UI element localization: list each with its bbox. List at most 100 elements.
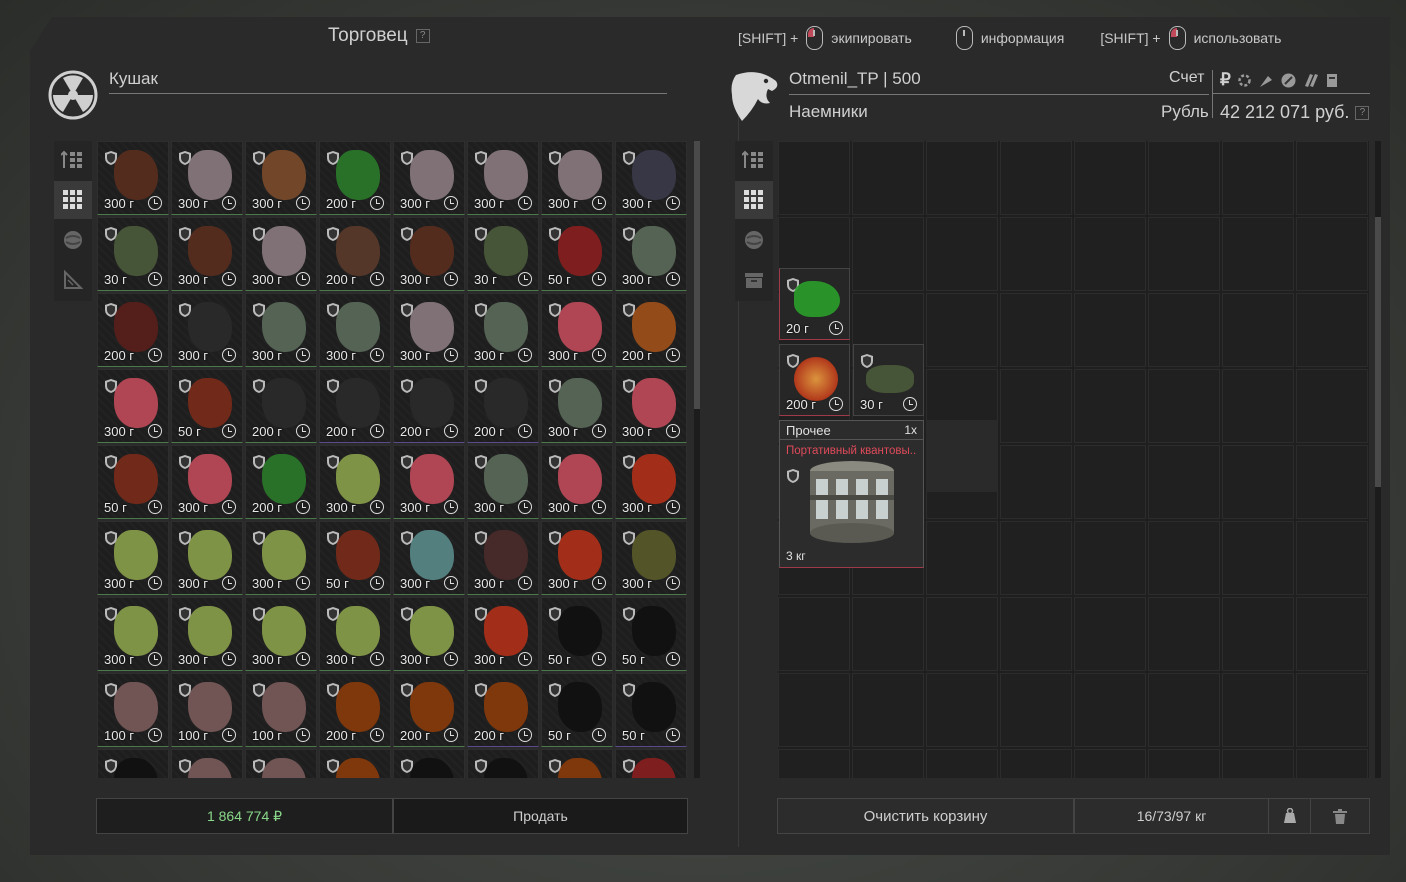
empty-slot[interactable]: [1148, 141, 1220, 215]
empty-slot[interactable]: [926, 749, 998, 778]
trader-item[interactable]: 100 г: [171, 673, 243, 747]
empty-slot[interactable]: [1296, 217, 1368, 291]
gear-currency-icon[interactable]: [1236, 72, 1253, 89]
empty-slot[interactable]: [1296, 597, 1368, 671]
empty-slot[interactable]: [1000, 217, 1072, 291]
empty-slot[interactable]: [1148, 749, 1220, 778]
trader-item[interactable]: 50 г: [615, 673, 687, 747]
trader-item[interactable]: 50 г: [171, 369, 243, 443]
sort-button[interactable]: [54, 141, 92, 179]
empty-slot[interactable]: [852, 217, 924, 291]
empty-slot[interactable]: [926, 141, 998, 215]
ruble-icon[interactable]: ₽: [1220, 70, 1231, 90]
empty-slot[interactable]: [1074, 141, 1146, 215]
cart-item[interactable]: 30 г: [853, 344, 924, 416]
empty-slot[interactable]: [1296, 293, 1368, 367]
trader-item[interactable]: 300 г: [245, 217, 317, 291]
compass-currency-icon[interactable]: [1280, 72, 1297, 89]
empty-slot[interactable]: [1148, 521, 1220, 595]
trader-item[interactable]: 300 г: [541, 293, 613, 367]
empty-slot[interactable]: [1000, 673, 1072, 747]
trader-item[interactable]: [319, 749, 391, 778]
trader-item[interactable]: 50 г: [319, 521, 391, 595]
trader-item[interactable]: 200 г: [393, 673, 465, 747]
empty-slot[interactable]: [778, 673, 850, 747]
trash-button[interactable]: [1310, 798, 1370, 834]
cart-item[interactable]: 20 г: [779, 268, 850, 340]
trader-item[interactable]: 30 г: [467, 217, 539, 291]
empty-slot[interactable]: [1148, 597, 1220, 671]
tool-currency-icon[interactable]: [1258, 72, 1275, 89]
empty-slot[interactable]: [852, 141, 924, 215]
ticket-currency-icon[interactable]: [1324, 72, 1341, 89]
trader-item[interactable]: 300 г: [97, 369, 169, 443]
trader-item[interactable]: 100 г: [245, 673, 317, 747]
trader-item[interactable]: 200 г: [97, 293, 169, 367]
help-icon[interactable]: ?: [415, 29, 430, 43]
empty-slot[interactable]: [1296, 673, 1368, 747]
empty-slot[interactable]: [1296, 141, 1368, 215]
trader-item[interactable]: 300 г: [393, 141, 465, 215]
empty-slot[interactable]: [926, 217, 998, 291]
trader-item[interactable]: 200 г: [615, 293, 687, 367]
trader-item[interactable]: 300 г: [615, 521, 687, 595]
empty-slot[interactable]: [1000, 521, 1072, 595]
empty-slot[interactable]: [1222, 597, 1294, 671]
trader-item[interactable]: 200 г: [319, 673, 391, 747]
plates-currency-icon[interactable]: [1302, 72, 1319, 89]
trader-item[interactable]: 300 г: [615, 369, 687, 443]
trader-scroll-thumb[interactable]: [694, 141, 700, 409]
trader-item[interactable]: 300 г: [171, 521, 243, 595]
empty-slot[interactable]: [1222, 673, 1294, 747]
trader-item[interactable]: 200 г: [319, 369, 391, 443]
trader-item[interactable]: 300 г: [245, 597, 317, 671]
trader-item[interactable]: 200 г: [245, 445, 317, 519]
trader-item[interactable]: 300 г: [171, 217, 243, 291]
empty-slot[interactable]: [1000, 597, 1072, 671]
empty-slot[interactable]: [926, 597, 998, 671]
trader-item[interactable]: 50 г: [541, 597, 613, 671]
trader-item[interactable]: 200 г: [245, 369, 317, 443]
trader-item[interactable]: 300 г: [467, 445, 539, 519]
trader-item[interactable]: 300 г: [541, 141, 613, 215]
empty-slot[interactable]: [1074, 673, 1146, 747]
empty-slot[interactable]: [1148, 293, 1220, 367]
trader-item[interactable]: 100 г: [97, 673, 169, 747]
sort-button[interactable]: [735, 141, 773, 179]
trader-scrollbar[interactable]: [694, 141, 700, 778]
empty-slot[interactable]: [778, 141, 850, 215]
empty-slot[interactable]: [1000, 749, 1072, 778]
trader-item[interactable]: 200 г: [393, 369, 465, 443]
trader-item[interactable]: 300 г: [171, 141, 243, 215]
empty-slot[interactable]: [1148, 369, 1220, 443]
empty-slot[interactable]: [852, 673, 924, 747]
empty-slot[interactable]: [926, 673, 998, 747]
trader-item[interactable]: 300 г: [615, 141, 687, 215]
trader-item[interactable]: 50 г: [97, 445, 169, 519]
sell-button[interactable]: Продать: [393, 798, 688, 834]
empty-slot[interactable]: [852, 597, 924, 671]
trader-item[interactable]: 300 г: [97, 521, 169, 595]
trader-item[interactable]: 30 г: [97, 217, 169, 291]
trader-item[interactable]: 300 г: [541, 369, 613, 443]
empty-slot[interactable]: [1222, 369, 1294, 443]
trader-item[interactable]: 300 г: [393, 217, 465, 291]
trader-item[interactable]: [97, 749, 169, 778]
clear-cart-button[interactable]: Очистить корзину: [777, 798, 1074, 834]
empty-slot[interactable]: [1148, 217, 1220, 291]
empty-slot[interactable]: [1148, 673, 1220, 747]
box-filter-button[interactable]: [735, 261, 773, 299]
empty-slot[interactable]: [1222, 749, 1294, 778]
cart-big-item[interactable]: Прочее 1x Портативный квантовы.. 3 кг: [779, 420, 924, 568]
empty-slot[interactable]: [1222, 217, 1294, 291]
empty-slot[interactable]: [1148, 445, 1220, 519]
trader-item[interactable]: 300 г: [615, 217, 687, 291]
trader-item[interactable]: [171, 749, 243, 778]
trader-item[interactable]: 300 г: [393, 445, 465, 519]
trader-item[interactable]: 50 г: [615, 597, 687, 671]
cart-scroll-thumb[interactable]: [1375, 217, 1381, 487]
empty-slot[interactable]: [1000, 445, 1072, 519]
empty-slot[interactable]: [926, 521, 998, 595]
trader-item[interactable]: [615, 749, 687, 778]
empty-slot[interactable]: [1296, 521, 1368, 595]
